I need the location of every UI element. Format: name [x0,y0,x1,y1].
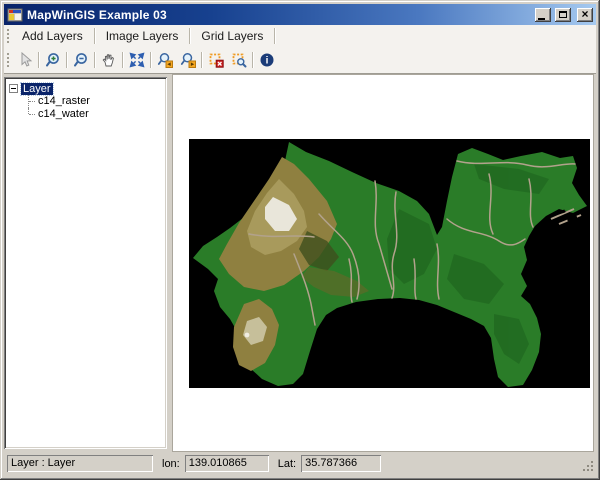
map-panel[interactable] [172,74,594,452]
menu-grip-handle[interactable] [7,29,10,43]
close-button[interactable]: × [577,8,593,22]
zoom-previous-icon [157,52,173,68]
close-icon: × [581,8,588,20]
toolbar-separator [150,52,151,68]
remove-layer-icon [208,52,224,68]
tree-node-label-raster[interactable]: c14_raster [36,95,92,108]
pan-button[interactable] [97,49,120,71]
zoom-previous-button[interactable] [153,49,176,71]
status-bar: Layer : Layer lon: 139.010865 Lat: 35.78… [4,453,596,474]
toolbar-separator [122,52,123,68]
map-canvas[interactable] [189,139,590,388]
zoom-to-selection-icon [231,52,247,68]
zoom-next-icon [180,52,196,68]
tree-node-label-root[interactable]: Layer [21,83,53,95]
kanagawa-relief-map [189,139,590,388]
info-button[interactable]: i [255,49,278,71]
client-area: Layer c14_raster c14_water [4,74,596,453]
zoom-full-extent-icon [129,52,145,68]
zoom-out-icon [73,52,89,68]
pan-hand-icon [101,52,117,68]
svg-text:i: i [265,56,268,67]
menu-separator [274,28,275,44]
pointer-button[interactable] [13,49,36,71]
toolbar-grip-handle[interactable] [7,53,10,67]
zoom-out-button[interactable] [69,49,92,71]
minimize-button[interactable] [535,8,551,22]
menu-separator [94,28,95,44]
lon-value: 139.010865 [185,455,269,472]
zoom-full-extent-button[interactable] [125,49,148,71]
info-icon: i [259,52,275,68]
minimize-icon [538,18,545,20]
lat-value: 35.787366 [301,455,381,472]
remove-layer-button[interactable] [204,49,227,71]
window-title: MapWinGIS Example 03 [27,8,531,22]
menu-image-layers[interactable]: Image Layers [97,26,188,46]
lat-label: Lat: [278,458,296,470]
titlebar[interactable]: MapWinGIS Example 03 × [4,4,596,25]
collapse-icon[interactable] [9,84,18,93]
zoom-next-button[interactable] [176,49,199,71]
tree-node-layer[interactable]: Layer [9,82,163,95]
tree-node-c14-raster[interactable]: c14_raster [23,95,163,108]
tree-node-c14-water[interactable]: c14_water [23,108,163,121]
tree-connector [23,108,36,121]
resize-grip[interactable] [582,460,594,472]
zoom-in-icon [45,52,61,68]
zoom-to-selection-button[interactable] [227,49,250,71]
tool-strip: i [4,47,596,74]
maximize-button[interactable] [555,8,571,22]
toolbar-separator [38,52,39,68]
toolbar-separator [252,52,253,68]
pointer-icon [17,52,33,68]
status-layer-panel: Layer : Layer [7,455,153,472]
zoom-in-button[interactable] [41,49,64,71]
toolbar-separator [201,52,202,68]
menu-separator [189,28,190,44]
lon-label: lon: [162,458,180,470]
tree-node-label-water[interactable]: c14_water [36,108,91,121]
menu-add-layers[interactable]: Add Layers [13,26,92,46]
maximize-icon [559,11,567,18]
app-window: MapWinGIS Example 03 × Add Layers Image … [0,0,600,480]
menu-grid-layers[interactable]: Grid Layers [192,26,272,46]
toolbar-separator [66,52,67,68]
layer-tree-panel[interactable]: Layer c14_raster c14_water [4,77,167,449]
tree-connector [23,95,36,108]
toolbar-separator [94,52,95,68]
menu-strip: Add Layers Image Layers Grid Layers [4,25,596,47]
app-icon [7,7,23,23]
